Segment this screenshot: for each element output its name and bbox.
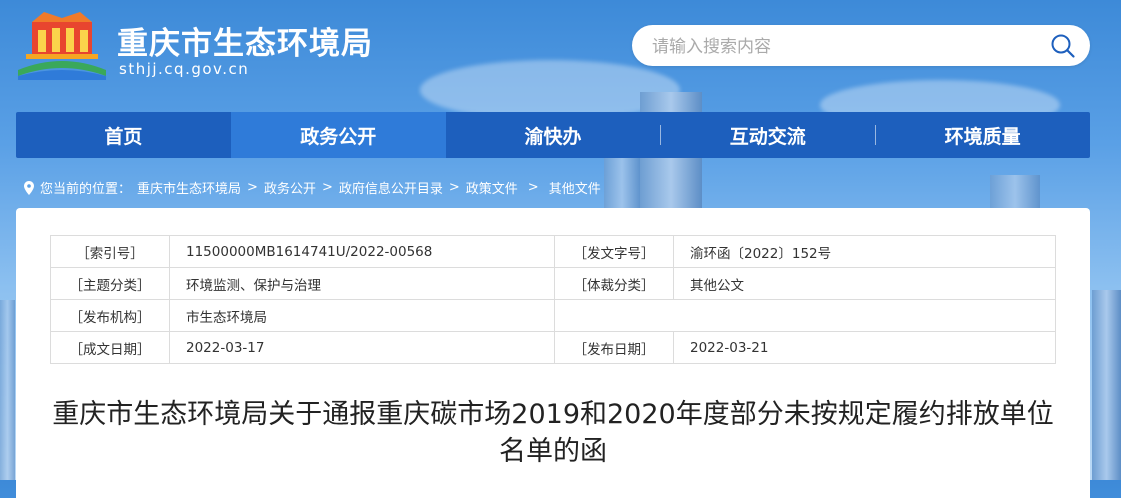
breadcrumb-separator: >: [448, 180, 460, 195]
breadcrumb: 您当前的位置： 重庆市生态环境局 > 政务公开 > 政府信息公开目录 > 政策文…: [24, 178, 601, 197]
breadcrumb-separator: >: [527, 180, 539, 195]
meta-empty-cell: [554, 299, 1056, 332]
table-row: ［主题分类］ 环境监测、保护与治理 ［体裁分类］ 其他公文: [50, 267, 1056, 300]
search-input[interactable]: [650, 25, 1044, 68]
meta-value-topic: 环境监测、保护与治理: [169, 267, 555, 300]
meta-value-doc-no: 渝环函〔2022〕152号: [673, 235, 1056, 268]
meta-label-issuer: ［发布机构］: [50, 299, 170, 332]
breadcrumb-link[interactable]: 政府信息公开目录: [339, 178, 443, 197]
site-domain: sthjj.cq.gov.cn: [119, 60, 250, 78]
document-title: 重庆市生态环境局关于通报重庆碳市场2019和2020年度部分未按规定履约排放单位…: [52, 399, 1054, 467]
meta-label-doc-no: ［发文字号］: [554, 235, 674, 268]
breadcrumb-link[interactable]: 政务公开: [264, 178, 316, 197]
nav-item-interaction[interactable]: 互动交流: [660, 112, 875, 158]
meta-value-index: 11500000MB1614741U/2022-00568: [169, 235, 555, 268]
nav-item-yukuaiban[interactable]: 渝快办: [446, 112, 661, 158]
skyline-tower: [1092, 290, 1121, 480]
breadcrumb-separator: >: [321, 180, 333, 195]
nav-item-home[interactable]: 首页: [16, 112, 231, 158]
meta-value-written-date: 2022-03-17: [169, 331, 555, 364]
nav-item-gov-affairs[interactable]: 政务公开: [230, 112, 446, 158]
location-pin-icon: [24, 180, 34, 195]
meta-value-issuer: 市生态环境局: [169, 299, 555, 332]
meta-label-written-date: ［成文日期］: [50, 331, 170, 364]
site-logo[interactable]: [16, 8, 108, 80]
meta-label-index: ［索引号］: [50, 235, 170, 268]
meta-value-genre: 其他公文: [673, 267, 1056, 300]
table-row: ［发布机构］ 市生态环境局: [50, 299, 1056, 332]
meta-label-publish-date: ［发布日期］: [554, 331, 674, 364]
meta-value-publish-date: 2022-03-21: [673, 331, 1056, 364]
breadcrumb-link[interactable]: 其他文件: [549, 178, 601, 197]
content-card: ［索引号］ 11500000MB1614741U/2022-00568 ［发文字…: [16, 208, 1090, 498]
table-row: ［成文日期］ 2022-03-17 ［发布日期］ 2022-03-21: [50, 331, 1056, 364]
breadcrumb-separator: >: [247, 180, 258, 195]
document-meta-table: ［索引号］ 11500000MB1614741U/2022-00568 ［发文字…: [50, 235, 1056, 364]
nav-item-env-quality[interactable]: 环境质量: [875, 112, 1090, 158]
search-box: [632, 25, 1090, 68]
breadcrumb-link[interactable]: 重庆市生态环境局: [137, 178, 241, 197]
table-row: ［索引号］ 11500000MB1614741U/2022-00568 ［发文字…: [50, 235, 1056, 268]
breadcrumb-link[interactable]: 政策文件: [466, 178, 518, 197]
skyline-tower: [0, 300, 15, 480]
search-icon[interactable]: [1050, 33, 1076, 59]
meta-label-genre: ［体裁分类］: [554, 267, 674, 300]
site-title[interactable]: 重庆市生态环境局: [117, 18, 373, 63]
main-nav: 首页 政务公开 渝快办 互动交流 环境质量: [16, 112, 1090, 158]
breadcrumb-prefix: 您当前的位置：: [40, 182, 132, 197]
meta-label-topic: ［主题分类］: [50, 267, 170, 300]
